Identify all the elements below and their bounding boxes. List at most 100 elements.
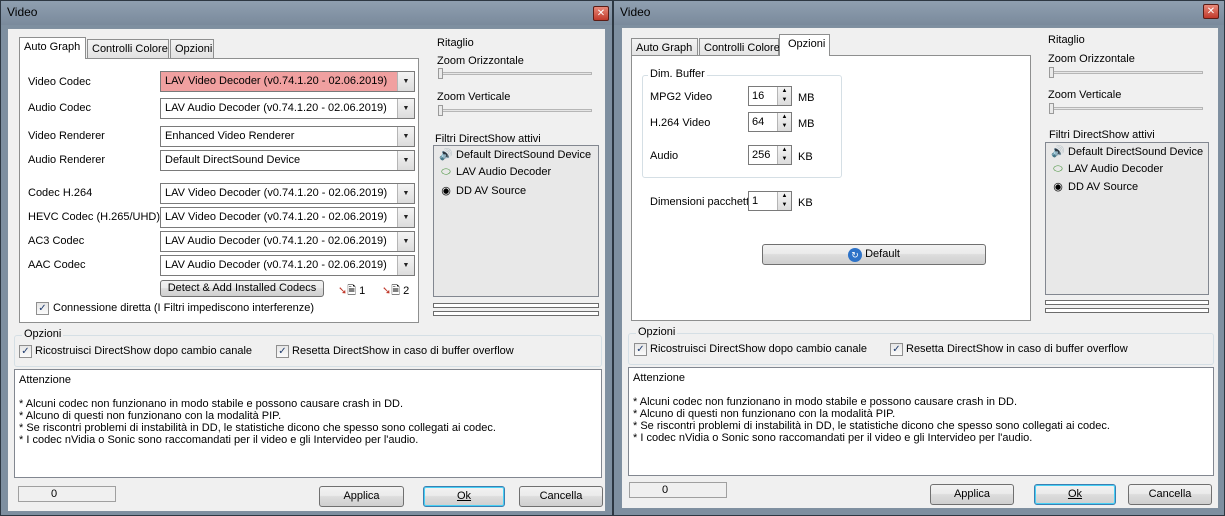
audio-buffer-label: Audio: [650, 150, 679, 162]
source-icon: ◉: [1053, 181, 1063, 193]
reset-directshow-checkbox[interactable]: ✓: [890, 343, 903, 356]
filters-title: Filtri DirectShow attivi: [435, 133, 541, 145]
attention-line: * I codec nVidia o Sonic sono raccomanda…: [633, 432, 1033, 444]
reset-directshow-checkbox[interactable]: ✓: [276, 345, 289, 358]
link-arrow-icon: ➘: [338, 285, 348, 297]
spinner-value: 64: [752, 116, 765, 128]
video-renderer-select[interactable]: Enhanced Video Renderer ▼: [160, 126, 415, 147]
attention-title: Attenzione: [633, 372, 685, 384]
status-value: 0: [662, 484, 669, 496]
detect-codecs-button[interactable]: Detect & Add Installed Codecs: [160, 280, 324, 297]
spin-arrows-icon[interactable]: ▲ ▼: [777, 192, 791, 210]
video-dialog-right: Video ✕ Auto Graph Controlli Colore Opzi…: [613, 0, 1225, 516]
default-button-label: Default: [865, 248, 900, 260]
zoom-vertical-slider[interactable]: [1049, 107, 1203, 110]
zoom-horizontal-slider[interactable]: [438, 72, 592, 75]
ok-button[interactable]: Ok: [1034, 484, 1116, 505]
close-icon[interactable]: ✕: [1203, 4, 1219, 19]
video-codec-select[interactable]: LAV Video Decoder (v0.74.1.20 - 02.06.20…: [160, 71, 415, 92]
filters-list[interactable]: 🔊 Default DirectSound Device ⬭ LAV Audio D…: [433, 145, 599, 297]
decoder-icon: ⬭: [1053, 163, 1063, 175]
tab-auto-graph[interactable]: Auto Graph: [19, 37, 86, 59]
zoom-horizontal-label: Zoom Orizzontale: [437, 55, 524, 67]
zoom-horizontal-thumb[interactable]: [1049, 67, 1054, 78]
filter-item[interactable]: ⬭ LAV Audio Decoder: [1048, 163, 1163, 176]
cancel-button[interactable]: Cancella: [519, 486, 603, 507]
link-1[interactable]: ➘🗎 1: [338, 282, 365, 301]
status-field: 0: [18, 486, 116, 502]
zoom-vertical-slider[interactable]: [438, 109, 592, 112]
ac3-codec-select[interactable]: LAV Audio Decoder (v0.74.1.20 - 02.06.20…: [160, 231, 415, 252]
status-field: 0: [629, 482, 727, 498]
filters-title: Filtri DirectShow attivi: [1049, 129, 1155, 141]
tab-label: Opzioni: [788, 38, 826, 50]
apply-button[interactable]: Applica: [930, 484, 1014, 505]
chevron-down-icon: ▼: [397, 184, 414, 203]
packet-size-spinner[interactable]: 1 ▲ ▼: [748, 191, 792, 211]
codec-h264-select[interactable]: LAV Video Decoder (v0.74.1.20 - 02.06.20…: [160, 183, 415, 204]
buffer-group-title: Dim. Buffer: [648, 68, 707, 80]
zoom-horizontal-thumb[interactable]: [438, 68, 443, 79]
refresh-icon: ↻: [848, 247, 863, 262]
select-value: LAV Video Decoder (v0.74.1.20 - 02.06.20…: [165, 187, 388, 199]
tab-opzioni[interactable]: Opzioni: [779, 34, 830, 56]
filter-item[interactable]: ⬭ LAV Audio Decoder: [436, 166, 551, 179]
hevc-codec-select[interactable]: LAV Video Decoder (v0.74.1.20 - 02.06.20…: [160, 207, 415, 228]
codec-h264-label: Codec H.264: [28, 187, 93, 199]
select-value: LAV Audio Decoder (v0.74.1.20 - 02.06.20…: [165, 102, 387, 114]
reset-directshow-label: Resetta DirectShow in caso di buffer ove…: [906, 343, 1128, 355]
filter-item[interactable]: 🔊 Default DirectSound Device: [1048, 145, 1203, 158]
direct-connection-checkbox[interactable]: ✓: [36, 302, 49, 315]
rebuild-directshow-checkbox[interactable]: ✓: [19, 345, 32, 358]
mpg2-spinner[interactable]: 16 ▲ ▼: [748, 86, 792, 106]
spin-arrows-icon[interactable]: ▲ ▼: [777, 87, 791, 105]
apply-button[interactable]: Applica: [319, 486, 404, 507]
aac-codec-select[interactable]: LAV Audio Decoder (v0.74.1.20 - 02.06.20…: [160, 255, 415, 276]
zoom-horizontal-label: Zoom Orizzontale: [1048, 53, 1135, 65]
attention-line: * I codec nVidia o Sonic sono raccomanda…: [19, 434, 419, 446]
video-renderer-label: Video Renderer: [28, 130, 105, 142]
title-bar[interactable]: Video ✕: [1, 1, 612, 25]
audio-buffer-spinner[interactable]: 256 ▲ ▼: [748, 145, 792, 165]
spin-arrows-icon[interactable]: ▲ ▼: [777, 146, 791, 164]
ok-button[interactable]: Ok: [423, 486, 505, 507]
zoom-horizontal-slider[interactable]: [1049, 71, 1203, 74]
zoom-vertical-thumb[interactable]: [438, 105, 443, 116]
filter-item[interactable]: ◉ DD AV Source: [1048, 180, 1138, 193]
status-value: 0: [51, 488, 58, 500]
select-value: Enhanced Video Renderer: [165, 130, 295, 142]
attention-memo: Attenzione * Alcuni codec non funzionano…: [14, 369, 602, 478]
audio-codec-select[interactable]: LAV Audio Decoder (v0.74.1.20 - 02.06.20…: [160, 98, 415, 119]
attention-line: * Alcuno di questi non funzionano con la…: [19, 410, 282, 422]
chevron-down-icon: ▼: [397, 127, 414, 146]
rebuild-directshow-checkbox[interactable]: ✓: [634, 343, 647, 356]
zoom-vertical-thumb[interactable]: [1049, 103, 1054, 114]
select-value: LAV Video Decoder (v0.74.1.20 - 02.06.20…: [165, 211, 388, 223]
tab-opzioni[interactable]: Opzioni: [170, 39, 214, 59]
video-codec-label: Video Codec: [28, 76, 91, 88]
ritaglio-title: Ritaglio: [1048, 34, 1085, 46]
filters-list[interactable]: 🔊 Default DirectSound Device ⬭ LAV Audio D…: [1045, 142, 1209, 295]
cancel-button[interactable]: Cancella: [1128, 484, 1212, 505]
attention-memo: Attenzione * Alcuni codec non funzionano…: [628, 367, 1214, 476]
filter-item[interactable]: 🔊 Default DirectSound Device: [436, 148, 591, 161]
title-bar[interactable]: Video ✕: [614, 1, 1224, 25]
video-dialog-left: Video ✕ Auto Graph Controlli Colore Opzi…: [0, 0, 613, 516]
h264-spinner[interactable]: 64 ▲ ▼: [748, 112, 792, 132]
default-button[interactable]: ↻ Default: [762, 244, 986, 265]
close-icon[interactable]: ✕: [593, 6, 609, 21]
attention-line: * Se riscontri problemi di instabilità i…: [633, 420, 1110, 432]
link-2[interactable]: ➘🗎 2: [382, 282, 409, 301]
tab-label: Auto Graph: [24, 41, 81, 53]
filter-label: LAV Audio Decoder: [1068, 163, 1164, 175]
progress-bar-1: [433, 303, 599, 308]
spin-arrows-icon[interactable]: ▲ ▼: [777, 113, 791, 131]
attention-line: * Alcuni codec non funzionano in modo st…: [19, 398, 404, 410]
audio-renderer-select[interactable]: Default DirectSound Device ▼: [160, 150, 415, 171]
zoom-vertical-label: Zoom Verticale: [1048, 89, 1122, 101]
filter-item[interactable]: ◉ DD AV Source: [436, 184, 526, 197]
options-title: Opzioni: [22, 328, 64, 340]
tab-controlli-colore[interactable]: Controlli Colore: [87, 39, 169, 59]
